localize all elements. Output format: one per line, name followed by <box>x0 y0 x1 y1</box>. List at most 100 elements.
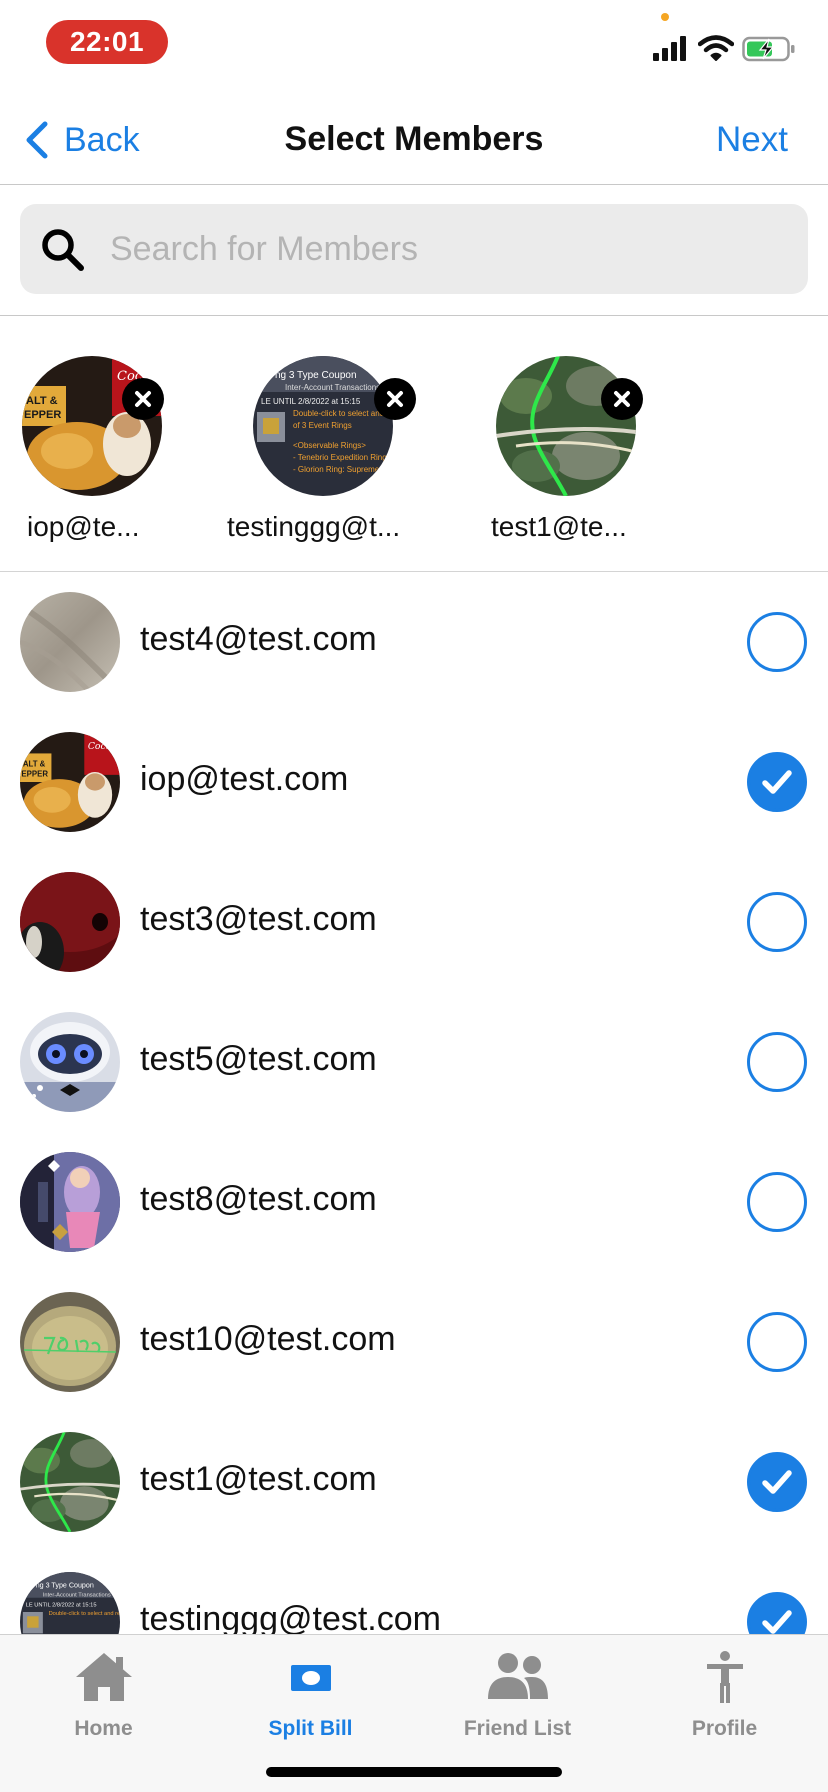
selected-member-label: iop@te... <box>27 511 140 542</box>
food-photo: ALT & EPPER Coca <box>20 732 120 832</box>
wifi-icon <box>698 35 734 61</box>
remove-member-button[interactable] <box>122 378 164 420</box>
member-email: test1@test.com <box>140 1460 377 1498</box>
close-icon <box>387 391 403 407</box>
member-row[interactable]: test4@test.com <box>0 572 828 712</box>
svg-text:<Observable Rings>: <Observable Rings> <box>293 441 366 450</box>
svg-text:LE UNTIL 2/8/2022 at 15:15: LE UNTIL 2/8/2022 at 15:15 <box>26 1602 97 1608</box>
tab-label: Split Bill <box>268 1717 353 1740</box>
select-checkbox[interactable] <box>747 1592 807 1634</box>
select-checkbox[interactable] <box>747 752 807 812</box>
checkmark-icon <box>762 1470 792 1494</box>
member-email: test5@test.com <box>140 1040 377 1078</box>
selected-member-label: test1@te... <box>491 511 627 542</box>
selected-member-chip: test1@te... <box>491 356 696 542</box>
member-row[interactable]: test8@test.com <box>0 1132 828 1272</box>
next-button[interactable]: Next <box>716 120 788 160</box>
select-checkbox[interactable] <box>747 1032 807 1092</box>
coupon-photo: ng 3 Type Coupon Inter-Account Transacti… <box>20 1572 120 1634</box>
map-photo <box>20 1432 120 1532</box>
avatar: ng 3 Type Coupon Inter-Account Transacti… <box>20 1572 120 1634</box>
member-row[interactable]: ng 3 Type Coupon Inter-Account Transacti… <box>0 1552 828 1634</box>
svg-text:LE UNTIL 2/8/2022 at 15:15: LE UNTIL 2/8/2022 at 15:15 <box>261 397 361 406</box>
avatar <box>20 592 120 692</box>
tab-home[interactable]: Home <box>0 1645 207 1755</box>
member-row[interactable]: test3@test.com <box>0 852 828 992</box>
member-email: testinggg@test.com <box>140 1600 441 1634</box>
avatar: ng 3 Type Coupon Inter-Account Transacti… <box>253 356 393 496</box>
select-checkbox[interactable] <box>747 1172 807 1232</box>
svg-text:- Tenebrio Expedition Ring: - Tenebrio Expedition Ring <box>293 453 387 462</box>
status-time: 22:01 <box>46 20 168 64</box>
svg-text:ng 3 Type Coupon: ng 3 Type Coupon <box>275 370 357 381</box>
home-indicator <box>266 1767 562 1777</box>
avatar <box>20 1012 120 1112</box>
svg-text:ALT &: ALT & <box>23 759 46 768</box>
tab-label: Profile <box>691 1717 758 1740</box>
svg-text:- Glorion Ring: Supreme: - Glorion Ring: Supreme <box>293 465 380 474</box>
blurred-photo <box>20 592 120 692</box>
svg-text:Coca: Coca <box>88 741 111 752</box>
svg-text:ng 3 Type Coupon: ng 3 Type Coupon <box>36 1582 94 1590</box>
svg-text:EPPER: EPPER <box>24 409 61 421</box>
dark-red-photo <box>20 872 120 972</box>
cellular-signal-icon <box>653 36 686 61</box>
select-checkbox[interactable] <box>747 1452 807 1512</box>
svg-text:Inter-Account Transactions Onl: Inter-Account Transactions Only <box>43 1592 120 1598</box>
avatar <box>496 356 636 496</box>
tab-label: Home <box>74 1717 133 1740</box>
search-icon <box>42 229 84 271</box>
bill-icon <box>290 1665 331 1691</box>
search-bar[interactable] <box>20 204 808 294</box>
avatar <box>20 1152 120 1252</box>
tab-split-bill[interactable]: Split Bill <box>207 1645 414 1755</box>
remove-member-button[interactable] <box>601 378 643 420</box>
status-bar: 22:01 <box>0 0 828 90</box>
selected-member-label: testinggg@t... <box>227 511 401 542</box>
coupon-photo: ng 3 Type Coupon Inter-Account Transacti… <box>253 356 393 496</box>
member-email: test4@test.com <box>140 620 377 658</box>
avatar: ALT & EPPER Coca <box>20 732 120 832</box>
privacy-indicator-dot <box>661 13 669 21</box>
select-checkbox[interactable] <box>747 1312 807 1372</box>
chevron-left-icon <box>26 121 48 159</box>
game-art-photo <box>20 1152 120 1252</box>
selected-member-chip: ng 3 Type Coupon Inter-Account Transacti… <box>227 356 453 542</box>
member-list[interactable]: test4@test.com ALT & EPPER Coca iop@test… <box>0 572 828 1634</box>
member-row[interactable]: test5@test.com <box>0 992 828 1132</box>
svg-text:Double-click to select and rec: Double-click to select and receive <box>49 1611 120 1617</box>
checkmark-icon <box>762 770 792 794</box>
tab-friend-list[interactable]: Friend List <box>414 1645 621 1755</box>
tab-profile[interactable]: Profile <box>621 1645 828 1755</box>
search-input[interactable] <box>110 229 750 269</box>
member-row[interactable]: test10@test.com <box>0 1272 828 1412</box>
people-icon <box>487 1653 548 1699</box>
robot-photo <box>20 1012 120 1112</box>
close-icon <box>614 391 630 407</box>
food-photo: ALT & EPPER Coca <box>22 356 162 496</box>
avatar <box>20 1432 120 1532</box>
member-row[interactable]: ALT & EPPER Coca iop@test.com <box>0 712 828 852</box>
close-icon <box>135 391 151 407</box>
search-section <box>0 185 828 316</box>
member-row[interactable]: test1@test.com <box>0 1412 828 1552</box>
back-label: Back <box>64 120 140 159</box>
selected-members-strip: ALT & EPPER Coca iop@te... ng 3 Type Cou… <box>0 316 828 572</box>
avatar <box>20 872 120 972</box>
home-icon <box>75 1653 132 1701</box>
avatar <box>20 1292 120 1392</box>
member-email: test10@test.com <box>140 1320 396 1358</box>
map-photo <box>496 356 636 496</box>
member-email: test8@test.com <box>140 1180 377 1218</box>
navigation-bar: Back Select Members Next <box>0 90 828 185</box>
select-checkbox[interactable] <box>747 892 807 952</box>
selected-member-chip: ALT & EPPER Coca iop@te... <box>22 356 222 542</box>
avatar: ALT & EPPER Coca <box>22 356 162 496</box>
checkmark-icon <box>762 1610 792 1634</box>
remove-member-button[interactable] <box>374 378 416 420</box>
back-button[interactable]: Back <box>24 118 140 162</box>
battery-charging-icon <box>742 36 795 62</box>
select-checkbox[interactable] <box>747 612 807 672</box>
handwriting-photo <box>20 1292 120 1392</box>
member-email: iop@test.com <box>140 760 349 798</box>
